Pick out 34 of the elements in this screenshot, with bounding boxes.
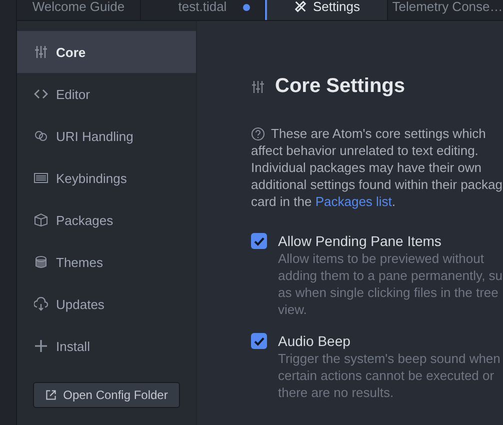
cloud-download-icon <box>34 297 48 311</box>
external-link-icon <box>45 389 58 401</box>
checkbox[interactable] <box>251 233 267 249</box>
settings-description: affect behavior unrelated to text editing. Individual packages may have their own additional settings found within their packag card in the Packages list. <box>251 142 503 210</box>
tab[interactable]: Welcome Guide <box>17 0 140 13</box>
settings-description: These are Atom's core settings which <box>271 125 486 142</box>
sliders-icon <box>251 80 265 94</box>
sidebar-item[interactable]: Keybindings <box>17 157 196 199</box>
sidebar-item[interactable]: Themes <box>17 241 196 283</box>
link-icon <box>34 129 48 143</box>
sliders-icon <box>34 45 48 59</box>
setting-title: Audio Beep <box>278 332 352 350</box>
tab[interactable]: test.tidal <box>141 0 264 13</box>
page-title: Core Settings <box>275 75 406 98</box>
sidebar-item[interactable]: Packages <box>17 199 196 241</box>
sidebar-item[interactable]: Editor <box>17 73 196 115</box>
help-icon <box>251 126 265 140</box>
setting-description: Trigger the system's beep sound when certain actions cannot be executed or there are no results. <box>278 350 500 401</box>
checkbox[interactable] <box>251 333 267 349</box>
tools-icon <box>294 0 307 12</box>
sidebar-item[interactable]: URI Handling <box>17 115 196 157</box>
tab[interactable]: Telemetry Conse… <box>388 0 503 13</box>
packages-list-link[interactable]: Packages list <box>315 194 392 209</box>
setting-title: Allow Pending Pane Items <box>278 232 442 250</box>
code-icon <box>34 87 48 101</box>
setting-description: Allow items to be previewed without adding them to a pane permanently, su as when single clicking files in the tree view. <box>278 250 503 318</box>
sidebar-item[interactable]: Updates <box>17 283 196 325</box>
paint-can-icon <box>34 255 48 269</box>
sidebar-item[interactable]: Core <box>17 31 196 73</box>
plus-icon <box>34 339 48 353</box>
sidebar-item[interactable]: Install <box>17 325 196 367</box>
box-icon <box>34 213 48 227</box>
open-config-folder-button[interactable]: Open Config Folder <box>33 382 180 408</box>
keyboard-icon <box>34 171 48 185</box>
